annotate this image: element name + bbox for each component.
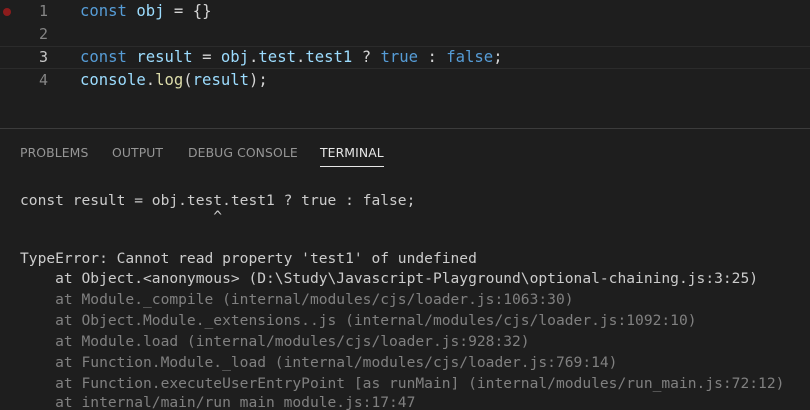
terminal-output[interactable]: const result = obj.test.test1 ? true : f… — [0, 181, 810, 410]
error-message: TypeError: Cannot read property 'test1' … — [20, 250, 477, 267]
stack-frame[interactable]: at Object.<anonymous> (D:\Study\Javascri… — [20, 269, 758, 289]
tab-output[interactable]: OUTPUT — [112, 145, 163, 160]
code-text: console.log(result); — [80, 71, 268, 89]
line-number: 3 — [38, 48, 48, 66]
breakpoint-icon[interactable] — [3, 8, 11, 16]
tab-problems[interactable]: PROBLEMS — [20, 145, 88, 160]
panel-tab-bar: PROBLEMS OUTPUT DEBUG CONSOLE TERMINAL — [0, 129, 810, 173]
stack-frame: at Module.load (internal/modules/cjs/loa… — [20, 333, 530, 350]
tab-debug-console[interactable]: DEBUG CONSOLE — [188, 145, 298, 160]
stack-frame: at internal/main/run_main_module.js:17:4… — [20, 394, 416, 410]
code-editor[interactable]: 1 const obj = {} 2 3 const result = obj.… — [0, 0, 810, 128]
line-number: 2 — [38, 25, 48, 43]
line-number: 1 — [38, 2, 48, 20]
stack-frame: at Object.Module._extensions..js (intern… — [20, 312, 697, 329]
bottom-panel: PROBLEMS OUTPUT DEBUG CONSOLE TERMINAL c… — [0, 128, 810, 410]
editor-line-3[interactable]: 3 const result = obj.test.test1 ? true :… — [0, 46, 810, 69]
code-text: const result = obj.test.test1 ? true : f… — [80, 48, 503, 66]
terminal-caret-line: ^ — [20, 208, 223, 225]
stack-frame: at Function.Module._load (internal/modul… — [20, 354, 618, 371]
stack-frame: at Function.executeUserEntryPoint [as ru… — [20, 375, 785, 392]
editor-line-2[interactable]: 2 — [0, 23, 810, 46]
editor-line-1[interactable]: 1 const obj = {} — [0, 0, 810, 23]
line-number: 4 — [38, 71, 48, 89]
tab-terminal[interactable]: TERMINAL — [320, 145, 384, 167]
code-text: const obj = {} — [80, 2, 212, 20]
stack-frame: at Module._compile (internal/modules/cjs… — [20, 291, 574, 308]
editor-line-4[interactable]: 4 console.log(result); — [0, 69, 810, 92]
